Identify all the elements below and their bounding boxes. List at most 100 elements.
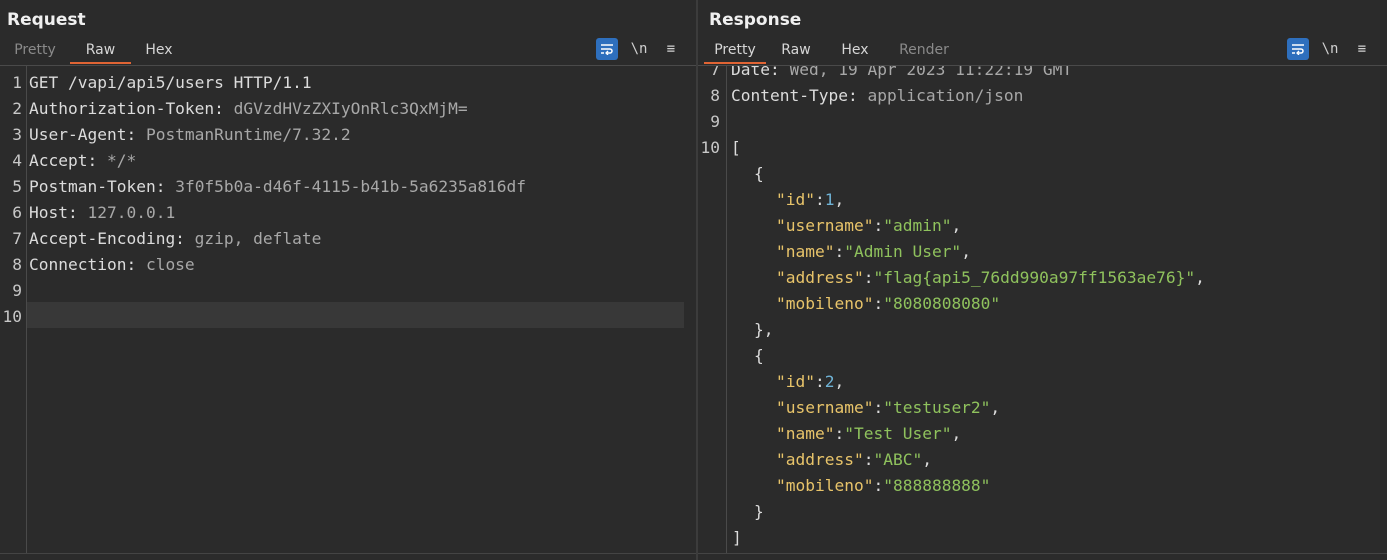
line-number: 2 [12, 99, 22, 118]
line-number: 10 [700, 138, 721, 157]
code-line: 8 Connection: close [0, 252, 696, 278]
code-line: { [698, 343, 1387, 369]
json-comma: , [1195, 268, 1205, 287]
json-string: "888888888" [883, 476, 991, 495]
json-line: }, [754, 317, 774, 343]
code-text: Accept: */* [29, 148, 136, 174]
json-colon: : [863, 268, 874, 287]
code-line: 2 Authorization-Token: dGVzdHVzZXIyOnRlc3… [0, 96, 696, 122]
json-line: "mobileno":"888888888" [776, 473, 990, 499]
json-line: } [754, 499, 764, 525]
code-line: 4 Accept: */* [0, 148, 696, 174]
json-line: ] [732, 525, 742, 551]
response-tab-pretty[interactable]: Pretty [704, 40, 766, 64]
json-key: "address" [776, 450, 864, 469]
response-search-bar [698, 553, 1387, 560]
json-key: "username" [776, 216, 874, 235]
line-number: 7 [710, 66, 720, 79]
header-value: gzip, deflate [184, 229, 322, 248]
code-line: 9 [698, 109, 1387, 135]
code-text: [ [731, 135, 741, 161]
code-line: "username":"admin", [698, 213, 1387, 239]
header-value: dGVzdHVzZXIyOnRlc3QxMjM= [223, 99, 468, 118]
json-string: "ABC" [873, 450, 923, 469]
json-key: "username" [776, 398, 874, 417]
json-key: "mobileno" [776, 294, 874, 313]
json-key: "name" [776, 424, 835, 443]
response-tab-render[interactable]: Render [884, 40, 964, 64]
code-line: 7 Date: Wed, 19 Apr 2023 11:22:19 GMT [698, 66, 1387, 83]
json-colon: : [873, 476, 884, 495]
line-number: 3 [12, 125, 22, 144]
json-string: "8080808080" [883, 294, 1001, 313]
code-line: "mobileno":"8080808080" [698, 291, 1387, 317]
json-punct: } [754, 502, 764, 521]
request-search-bar [0, 553, 696, 560]
header-name: Accept-Encoding: [29, 229, 185, 248]
menu-icon[interactable]: ≡ [660, 38, 682, 60]
header-name: Host: [29, 203, 78, 222]
code-line: { [698, 161, 1387, 187]
code-line: "address":"ABC", [698, 447, 1387, 473]
request-tab-pretty[interactable]: Pretty [0, 40, 70, 64]
json-colon: : [814, 372, 825, 391]
request-tab-hex[interactable]: Hex [131, 40, 187, 64]
json-line: "username":"admin", [776, 213, 961, 239]
header-name: [ [731, 138, 741, 157]
code-line: 6 Host: 127.0.0.1 [0, 200, 696, 226]
code-line: "address":"flag{api5_76dd990a97ff1563ae7… [698, 265, 1387, 291]
word-wrap-icon[interactable] [1287, 38, 1309, 60]
json-colon: : [834, 424, 845, 443]
code-text: GET /vapi/api5/users HTTP/1.1 [29, 70, 312, 96]
code-line: ] [698, 525, 1387, 551]
code-text: Host: 127.0.0.1 [29, 200, 175, 226]
code-line: "username":"testuser2", [698, 395, 1387, 421]
header-value: 3f0f5b0a-d46f-4115-b41b-5a6235a816df [165, 177, 527, 196]
response-toolbar: \n ≡ [1277, 38, 1373, 60]
request-tabs: Pretty Raw Hex [0, 40, 187, 64]
header-value: application/json [857, 86, 1024, 105]
json-colon: : [873, 398, 884, 417]
response-tab-raw[interactable]: Raw [766, 40, 826, 64]
request-title: Request [7, 10, 86, 30]
header-value: close [136, 255, 195, 274]
json-line: "address":"flag{api5_76dd990a97ff1563ae7… [776, 265, 1205, 291]
json-colon: : [814, 190, 825, 209]
line-number: 6 [12, 203, 22, 222]
json-key: "address" [776, 268, 864, 287]
json-punct: { [754, 164, 764, 183]
response-title: Response [709, 10, 802, 30]
json-colon: : [863, 450, 874, 469]
header-value: */* [97, 151, 137, 170]
request-editor[interactable]: 1 GET /vapi/api5/users HTTP/1.1 2 Authoriza… [0, 66, 696, 554]
request-panel: Request Pretty Raw Hex \n ≡ 1 GET /vapi/a… [0, 0, 696, 560]
line-number: 9 [12, 281, 22, 300]
json-punct: }, [754, 320, 774, 339]
response-tabs: Pretty Raw Hex Render [704, 40, 964, 64]
request-tab-raw[interactable]: Raw [70, 40, 131, 64]
header-name: User-Agent: [29, 125, 137, 144]
json-comma: , [834, 190, 845, 209]
json-comma: , [990, 398, 1001, 417]
code-text: Date: Wed, 19 Apr 2023 11:22:19 GMT [731, 66, 1072, 83]
json-string: "Admin User" [844, 242, 962, 261]
word-wrap-icon[interactable] [596, 38, 618, 60]
line-number: 5 [12, 177, 22, 196]
json-string: "Test User" [844, 424, 952, 443]
code-text: Authorization-Token: dGVzdHVzZXIyOnRlc3Q… [29, 96, 468, 122]
json-comma: , [834, 372, 845, 391]
show-newlines-icon[interactable]: \n [1319, 38, 1341, 60]
response-tab-hex[interactable]: Hex [826, 40, 884, 64]
response-editor[interactable]: 7 Date: Wed, 19 Apr 2023 11:22:19 GMT 8 Con… [698, 66, 1387, 554]
header-name: Authorization-Token: [29, 99, 224, 118]
code-text: Content-Type: application/json [731, 83, 1023, 109]
line-number: 8 [710, 86, 720, 105]
code-line: "name":"Admin User", [698, 239, 1387, 265]
show-newlines-icon[interactable]: \n [628, 38, 650, 60]
json-comma: , [951, 216, 962, 235]
code-line: 10 [0, 304, 696, 330]
json-key: "id" [776, 190, 815, 209]
json-comma: , [922, 450, 932, 469]
json-line: { [754, 161, 764, 187]
menu-icon[interactable]: ≡ [1351, 38, 1373, 60]
